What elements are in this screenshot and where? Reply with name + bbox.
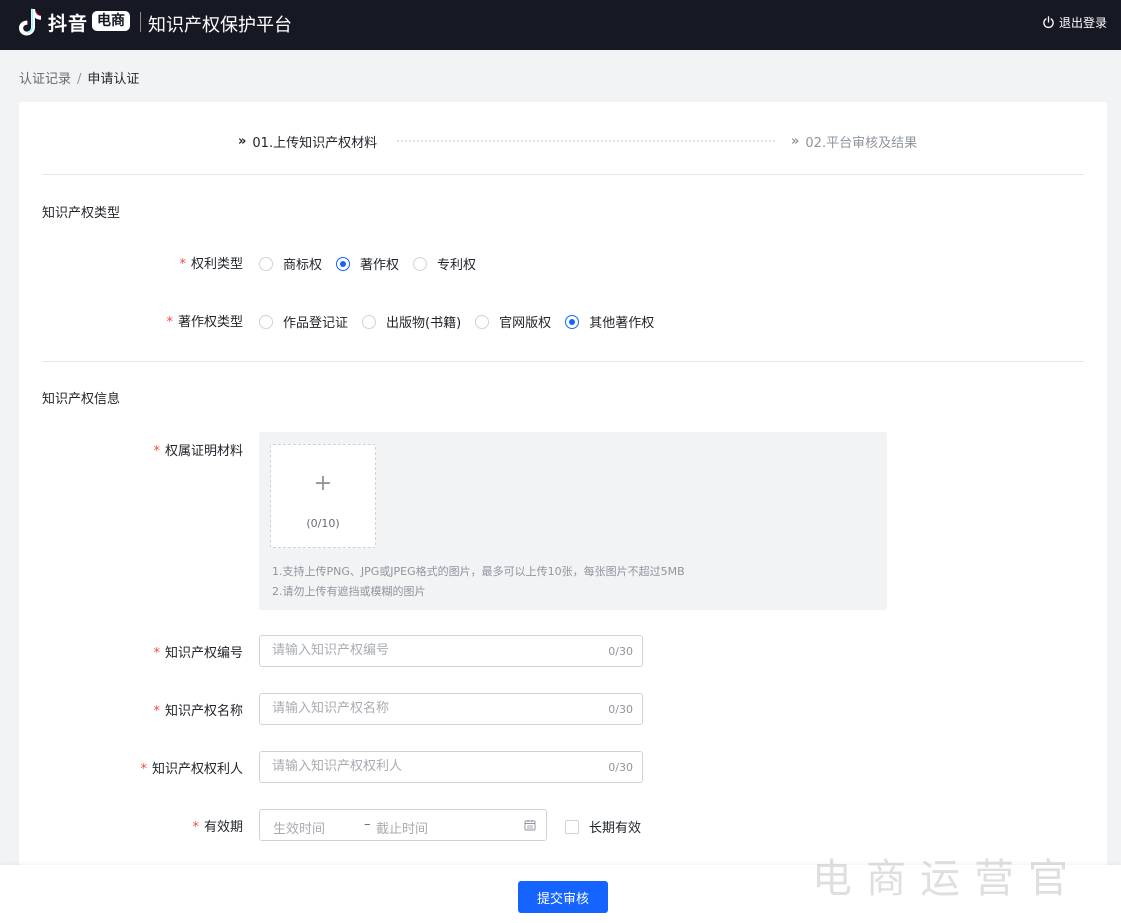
douyin-logo-icon — [19, 8, 42, 36]
radio-circle[interactable] — [259, 314, 273, 329]
proof-material-label-text: 权属证明材料 — [164, 444, 243, 459]
brand-badge: 电商 — [92, 11, 130, 31]
copyright-type-label-text: 著作权类型 — [177, 315, 243, 330]
radio-label: 专利权 — [437, 258, 477, 273]
radio-label: 官网版权 — [499, 316, 552, 331]
radio-trademark[interactable]: 商标权 — [259, 254, 322, 273]
required-mark: * — [166, 315, 173, 330]
step-2: » 02.平台审核及结果 — [791, 132, 917, 151]
section-title-ip-type: 知识产权类型 — [42, 206, 121, 221]
step-1-label: 01.上传知识产权材料 — [252, 136, 378, 151]
right-type-radio-group: 商标权 著作权 专利权 — [259, 254, 490, 273]
upload-tip-2: 2.请勿上传有遮挡或模糊的图片 — [272, 585, 426, 598]
breadcrumb-item-current: 申请认证 — [87, 72, 140, 87]
radio-label: 著作权 — [360, 258, 400, 273]
required-mark: * — [153, 444, 160, 459]
right-type-label-text: 权利类型 — [190, 257, 243, 272]
main-card: » 01.上传知识产权材料 » 02.平台审核及结果 知识产权类型 * 权利类型 … — [19, 102, 1107, 902]
radio-circle-checked[interactable] — [336, 256, 351, 271]
radio-publication[interactable]: 出版物(书籍) — [362, 312, 461, 331]
copyright-type-label: * 著作权类型 — [166, 311, 243, 330]
step-1: » 01.上传知识产权材料 — [238, 132, 377, 151]
validity-label: * 有效期 — [192, 816, 243, 835]
radio-label: 商标权 — [283, 258, 323, 273]
upload-button[interactable]: + (0/10) — [270, 444, 376, 548]
radio-circle[interactable] — [362, 314, 377, 329]
ip-name-input[interactable] — [272, 701, 592, 716]
ip-holder-field[interactable]: 0/30 — [259, 751, 643, 783]
right-type-label: * 权利类型 — [179, 253, 243, 272]
upload-panel: + (0/10) 1.支持上传PNG、JPG或JPEG格式的图片，最多可以上传1… — [259, 432, 887, 610]
ip-holder-input[interactable] — [272, 759, 592, 774]
double-chevron-right-icon: » — [238, 134, 247, 149]
required-mark: * — [153, 704, 160, 719]
date-range-separator: – — [364, 817, 371, 832]
divider — [42, 361, 1084, 362]
char-counter: 0/30 — [608, 761, 633, 774]
start-date-input[interactable]: 生效时间 — [273, 818, 325, 837]
radio-label: 作品登记证 — [283, 316, 349, 331]
radio-circle[interactable] — [475, 314, 490, 329]
ip-number-label-text: 知识产权编号 — [164, 646, 243, 661]
ip-holder-label-text: 知识产权权利人 — [151, 762, 243, 777]
radio-copyright[interactable]: 著作权 — [336, 254, 399, 273]
required-mark: * — [192, 820, 199, 835]
section-title-ip-info: 知识产权信息 — [42, 392, 121, 407]
long-term-checkbox[interactable]: 长期有效 — [565, 817, 641, 836]
double-chevron-right-icon: » — [791, 134, 800, 149]
radio-circle[interactable] — [259, 256, 273, 271]
copyright-type-radio-group: 作品登记证 出版物(书籍) 官网版权 其他著作权 — [259, 312, 668, 331]
logout-button[interactable]: 退出登录 — [1042, 14, 1107, 31]
end-date-input[interactable]: 截止时间 — [376, 818, 428, 837]
validity-label-text: 有效期 — [203, 820, 243, 835]
plus-icon: + — [313, 471, 333, 496]
breadcrumb-item-records[interactable]: 认证记录 — [19, 72, 71, 87]
platform-title: 知识产权保护平台 — [148, 15, 292, 36]
power-icon — [1043, 16, 1054, 29]
brand-name: 抖音 — [48, 13, 89, 35]
top-navigation-bar: 抖音 电商 知识产权保护平台 退出登录 — [0, 0, 1121, 50]
upload-count: (0/10) — [306, 517, 340, 530]
ip-name-label: * 知识产权名称 — [153, 700, 243, 719]
breadcrumb-separator: / — [77, 72, 82, 87]
radio-label: 出版物(书籍) — [386, 316, 462, 331]
required-mark: * — [140, 762, 147, 777]
radio-label: 其他著作权 — [589, 316, 655, 331]
step-2-label: 02.平台审核及结果 — [805, 136, 918, 151]
radio-circle[interactable] — [413, 256, 428, 271]
ip-number-input[interactable] — [272, 643, 592, 658]
radio-other-copyright[interactable]: 其他著作权 — [565, 312, 654, 331]
ip-name-field[interactable]: 0/30 — [259, 693, 643, 725]
radio-work-registration[interactable]: 作品登记证 — [259, 312, 348, 331]
ip-name-label-text: 知识产权名称 — [164, 704, 243, 719]
checkbox-box[interactable] — [565, 819, 579, 834]
proof-material-label: * 权属证明材料 — [153, 440, 243, 459]
breadcrumb: 认证记录 / 申请认证 — [19, 68, 139, 87]
upload-tip-1: 1.支持上传PNG、JPG或JPEG格式的图片，最多可以上传10张，每张图片不超… — [272, 565, 685, 578]
ip-number-label: * 知识产权编号 — [153, 642, 243, 661]
ip-number-field[interactable]: 0/30 — [259, 635, 643, 667]
calendar-icon[interactable] — [524, 819, 536, 831]
radio-website-copyright[interactable]: 官网版权 — [475, 312, 551, 331]
long-term-label: 长期有效 — [589, 821, 642, 836]
step-connector — [397, 140, 775, 142]
required-mark: * — [153, 646, 160, 661]
footer-action-bar: 提交审核 — [0, 865, 1121, 923]
logout-label: 退出登录 — [1058, 16, 1107, 30]
submit-review-button[interactable]: 提交审核 — [518, 881, 608, 913]
char-counter: 0/30 — [608, 645, 633, 658]
divider — [42, 174, 1084, 175]
radio-circle-checked[interactable] — [565, 314, 580, 329]
brand-divider — [140, 12, 141, 32]
validity-date-range-picker[interactable]: 生效时间 – 截止时间 — [259, 809, 547, 841]
char-counter: 0/30 — [608, 703, 633, 716]
step-indicator: » 01.上传知识产权材料 » 02.平台审核及结果 — [19, 102, 1107, 174]
radio-patent[interactable]: 专利权 — [413, 254, 476, 273]
required-mark: * — [179, 257, 186, 272]
ip-holder-label: * 知识产权权利人 — [140, 758, 243, 777]
